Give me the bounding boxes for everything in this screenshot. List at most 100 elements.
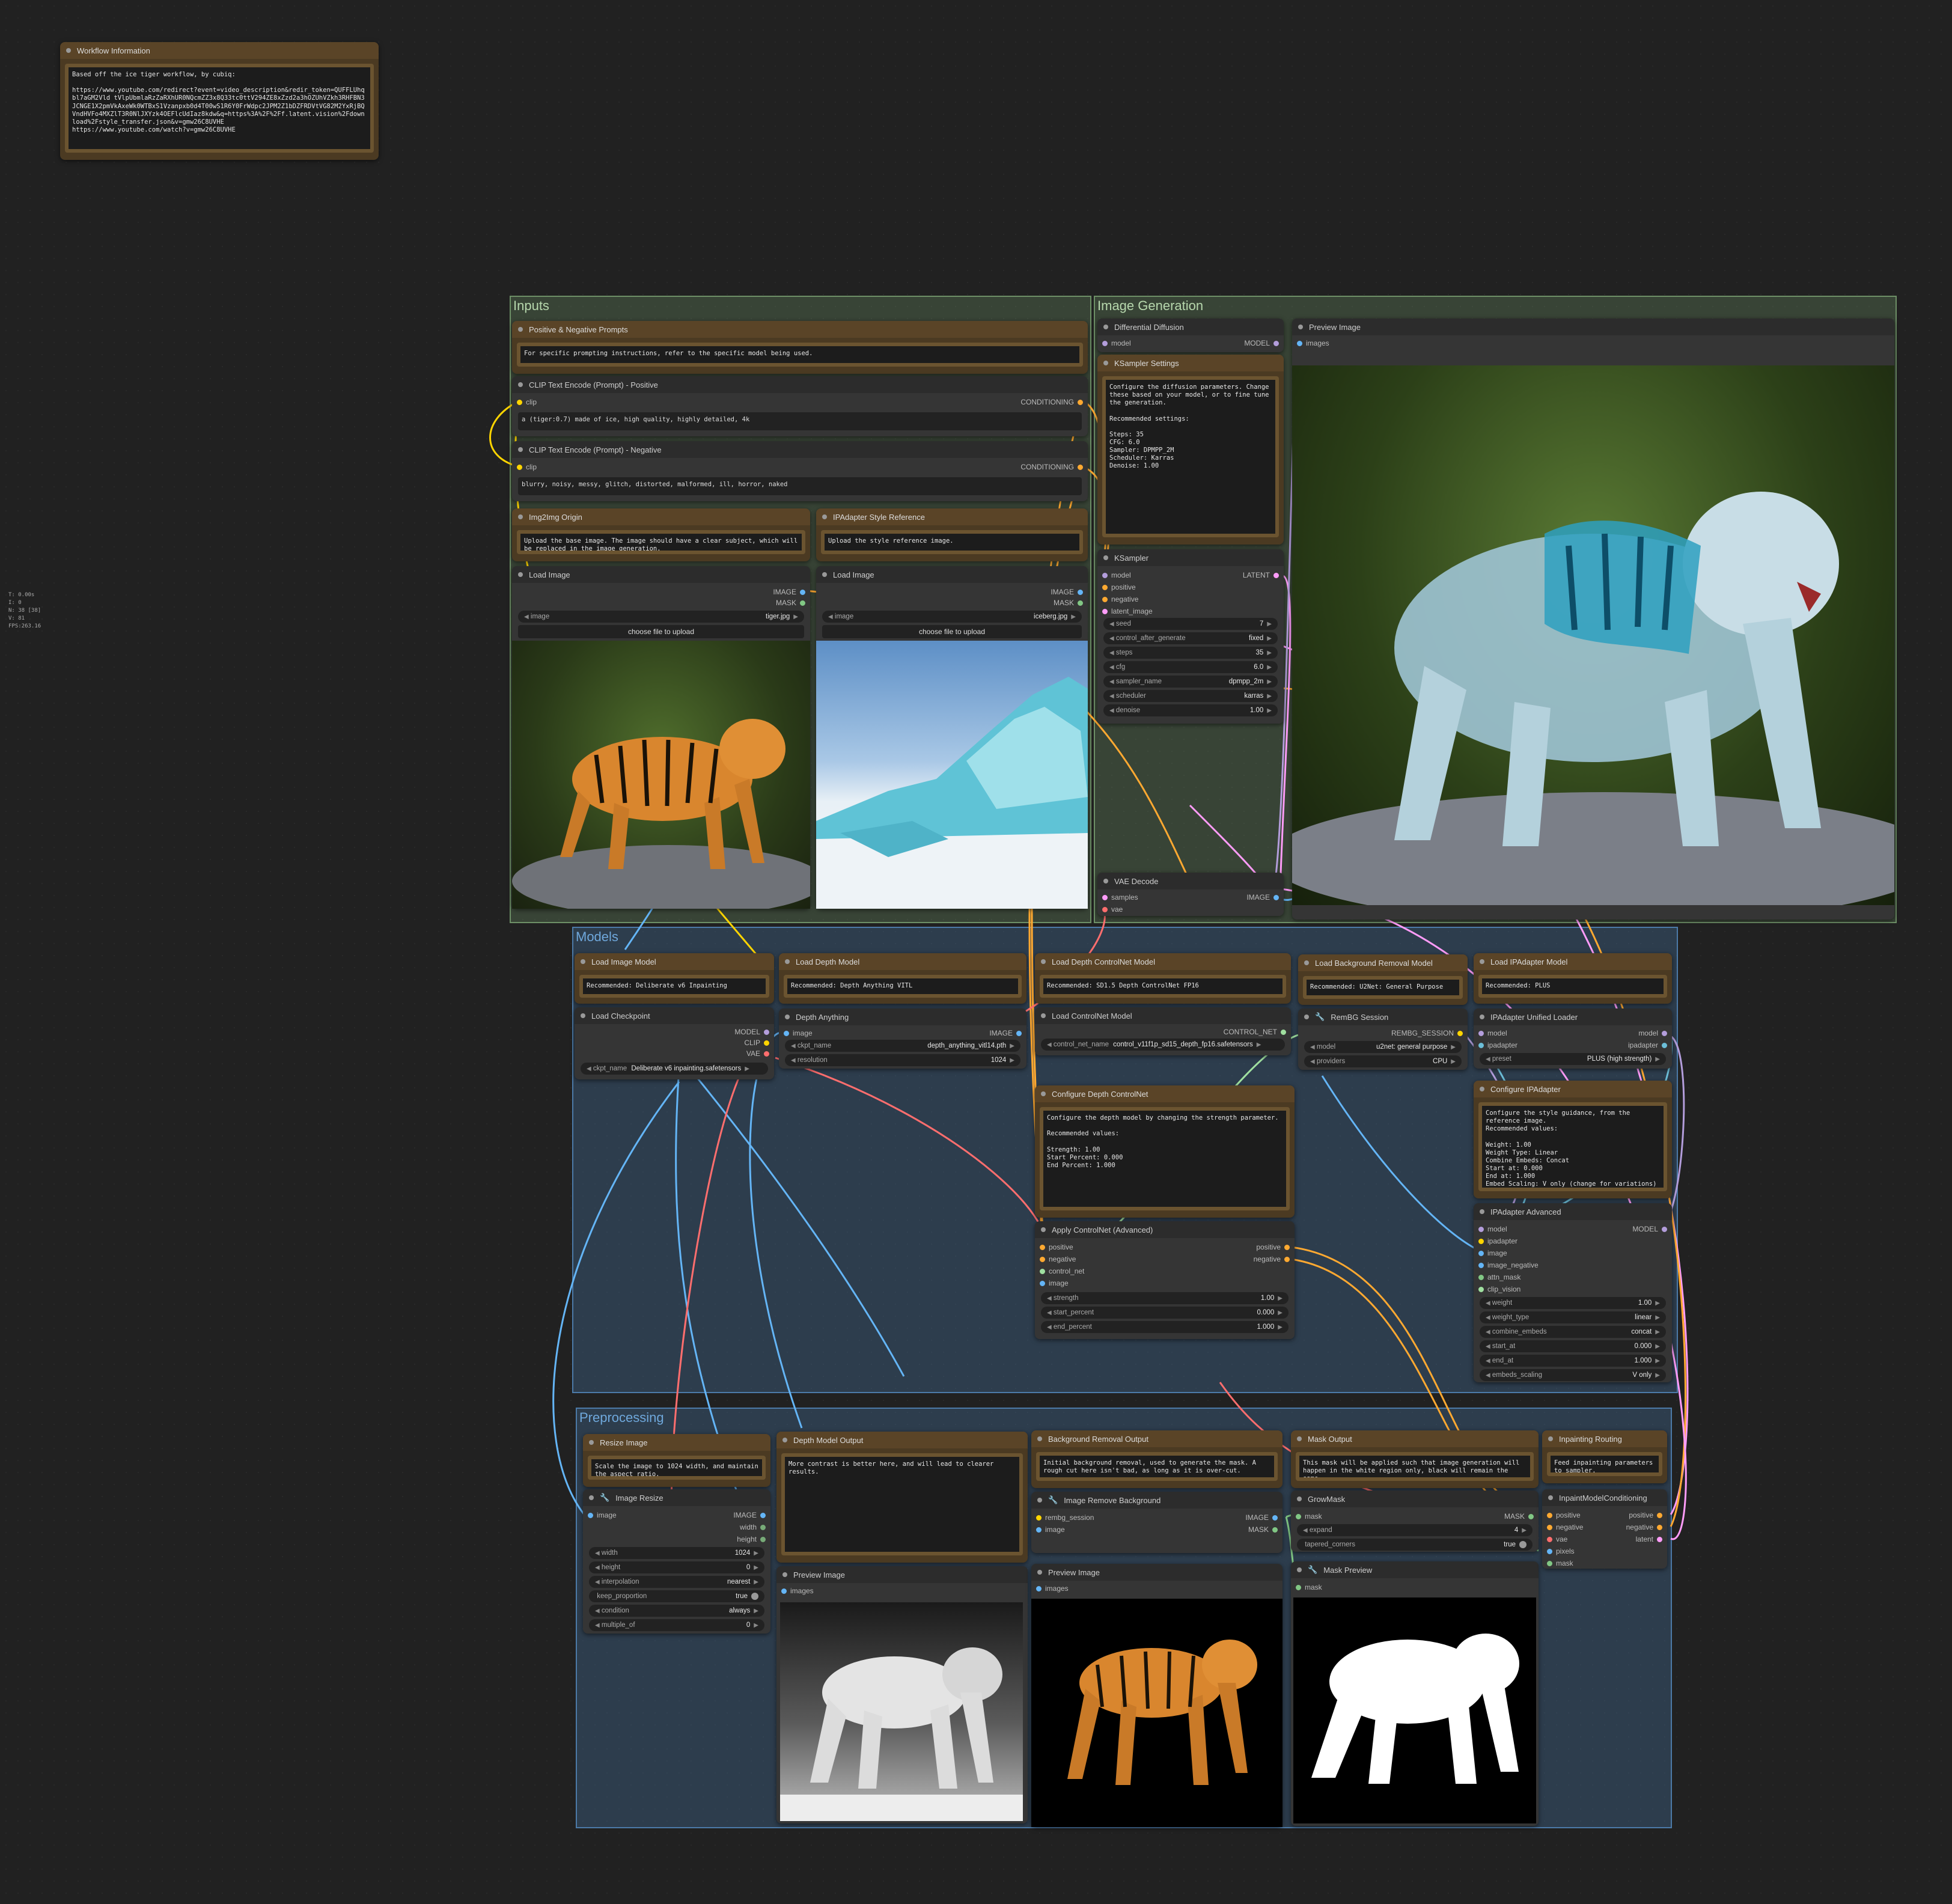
input-slot-negative[interactable]: negative [1547, 1523, 1583, 1531]
ksampler-node[interactable]: KSampler model positive negative latent_… [1097, 549, 1284, 724]
output-slot-positive[interactable]: positive [1256, 1243, 1290, 1251]
ipadapter-style-note[interactable]: IPAdapter Style Reference Upload the sty… [816, 508, 1088, 561]
node-header[interactable]: Preview Image [776, 1566, 1028, 1583]
note-text[interactable]: Configure the style guidance, from the r… [1478, 1102, 1667, 1191]
output-slot-negative[interactable]: negative [1626, 1523, 1662, 1531]
upload-button[interactable]: choose file to upload [518, 625, 804, 638]
note-text[interactable]: This mask will be applied such that imag… [1296, 1452, 1534, 1481]
arrow-left-icon[interactable]: ◀ [1310, 1044, 1315, 1051]
node-header[interactable]: Differential Diffusion [1097, 319, 1284, 335]
scheduler-widget[interactable]: ◀ scheduler karras ▶ [1103, 690, 1278, 702]
resolution-widget[interactable]: ◀ resolution 1024 ▶ [785, 1054, 1020, 1066]
cfg-widget[interactable]: ◀ cfg 6.0 ▶ [1103, 661, 1278, 673]
output-slot-image[interactable]: IMAGE [1051, 588, 1083, 596]
collapse-dot[interactable] [518, 382, 523, 387]
collapse-dot[interactable] [66, 48, 71, 53]
node-header[interactable]: Apply ControlNet (Advanced) [1035, 1221, 1295, 1238]
input-slot-model[interactable]: model [1102, 571, 1131, 579]
output-slot-conditioning[interactable]: CONDITIONING [1020, 463, 1083, 471]
node-header[interactable]: GrowMask [1291, 1491, 1539, 1507]
input-slot-clip[interactable]: clip [517, 463, 537, 471]
note-text[interactable]: Recommended: U2Net: General Purpose [1303, 976, 1463, 999]
arrow-left-icon[interactable]: ◀ [595, 1564, 600, 1571]
node-header[interactable]: Positive & Negative Prompts [512, 321, 1088, 338]
note-text[interactable]: Recommended: PLUS [1478, 975, 1667, 998]
arrow-left-icon[interactable]: ◀ [1486, 1314, 1490, 1321]
note-text[interactable]: Based off the ice tiger workflow, by cub… [65, 64, 374, 153]
input-slot-image[interactable]: image [1040, 1279, 1069, 1287]
arrow-right-icon[interactable]: ▶ [1267, 650, 1272, 656]
node-header[interactable]: IPAdapter Advanced [1474, 1203, 1672, 1220]
input-slot-pixels[interactable]: pixels [1547, 1547, 1575, 1555]
arrow-left-icon[interactable]: ◀ [1047, 1310, 1052, 1316]
output-slot-latent[interactable]: LATENT [1243, 571, 1279, 579]
arrow-right-icon[interactable]: ▶ [1451, 1044, 1456, 1051]
upload-button[interactable]: choose file to upload [822, 625, 1082, 638]
arrow-right-icon[interactable]: ▶ [793, 614, 798, 620]
inpainting-routing-note[interactable]: Inpainting Routing Feed inpainting param… [1542, 1430, 1667, 1483]
input-slot-image[interactable]: image [1478, 1249, 1507, 1257]
input-slot-positive[interactable]: positive [1547, 1511, 1581, 1519]
arrow-left-icon[interactable]: ◀ [587, 1066, 591, 1072]
arrow-right-icon[interactable]: ▶ [1278, 1295, 1283, 1302]
img2img-origin-note[interactable]: Img2Img Origin Upload the base image. Th… [512, 508, 810, 561]
steps-widget[interactable]: ◀ steps 35 ▶ [1103, 647, 1278, 659]
expand-widget[interactable]: ◀ expand 4 ▶ [1297, 1524, 1533, 1536]
node-header[interactable]: Load Image Model [575, 953, 774, 970]
arrow-right-icon[interactable]: ▶ [1257, 1042, 1261, 1048]
input-slot-model[interactable]: model [1478, 1225, 1507, 1233]
arrow-right-icon[interactable]: ▶ [1010, 1057, 1014, 1064]
arrow-left-icon[interactable]: ◀ [1486, 1300, 1490, 1307]
arrow-right-icon[interactable]: ▶ [1267, 621, 1272, 627]
node-header[interactable]: KSampler [1097, 549, 1284, 566]
mask-preview-node[interactable]: 🔧 Mask Preview mask [1291, 1561, 1539, 1826]
prompts-note[interactable]: Positive & Negative Prompts For specific… [512, 321, 1088, 374]
collapse-dot[interactable] [1548, 1436, 1553, 1441]
arrow-left-icon[interactable]: ◀ [595, 1579, 600, 1585]
output-slot-image[interactable]: IMAGE [1246, 893, 1279, 902]
node-header[interactable]: VAE Decode [1097, 873, 1284, 889]
input-slot-images[interactable]: images [781, 1587, 814, 1595]
output-slot-image[interactable]: IMAGE [989, 1029, 1022, 1037]
workflow-info-note[interactable]: Workflow Information Based off the ice t… [60, 42, 379, 160]
collapse-dot[interactable] [518, 514, 523, 519]
input-slot-images[interactable]: images [1297, 339, 1329, 347]
node-header[interactable]: Img2Img Origin [512, 508, 810, 525]
node-header[interactable]: InpaintModelConditioning [1542, 1489, 1667, 1506]
output-slot-mask[interactable]: MASK [776, 599, 805, 607]
output-slot-width[interactable]: width [740, 1523, 766, 1531]
node-header[interactable]: KSampler Settings [1097, 355, 1284, 371]
image-resize-node[interactable]: 🔧 Image Resize image IMAGE width height ◀… [583, 1489, 770, 1634]
collapse-dot[interactable] [1041, 1091, 1046, 1096]
arrow-left-icon[interactable]: ◀ [1486, 1358, 1490, 1364]
node-header[interactable]: IPAdapter Style Reference [816, 508, 1088, 525]
arrow-right-icon[interactable]: ▶ [754, 1550, 758, 1557]
arrow-left-icon[interactable]: ◀ [1109, 635, 1114, 642]
node-header[interactable]: 🔧 Image Resize [583, 1489, 770, 1506]
grow-mask-node[interactable]: GrowMask mask MASK ◀ expand 4 ▶ tapered_co… [1291, 1491, 1539, 1552]
output-slot-mask[interactable]: MASK [1248, 1525, 1278, 1534]
rembg-session-node[interactable]: 🔧 RemBG Session REMBG_SESSION ◀ model u2ne… [1298, 1008, 1468, 1070]
node-header[interactable]: Load Background Removal Model [1298, 954, 1468, 971]
image-combo-widget[interactable]: ◀ image iceberg.jpg ▶ [822, 611, 1082, 623]
output-slot-model[interactable]: MODEL [1244, 339, 1279, 347]
node-header[interactable]: Depth Model Output [776, 1432, 1028, 1448]
node-header[interactable]: 🔧 RemBG Session [1298, 1008, 1468, 1025]
note-text[interactable]: Recommended: SD1.5 Depth ControlNet FP16 [1040, 975, 1286, 998]
collapse-dot[interactable] [1037, 1570, 1042, 1575]
output-slot-height[interactable]: height [737, 1535, 766, 1543]
input-slot-negative[interactable]: negative [1040, 1255, 1076, 1263]
arrow-right-icon[interactable]: ▶ [1522, 1527, 1527, 1534]
arrow-left-icon[interactable]: ◀ [791, 1043, 796, 1049]
collapse-dot[interactable] [785, 1015, 790, 1019]
output-slot-positive[interactable]: positive [1629, 1511, 1662, 1519]
providers-widget[interactable]: ◀ providers CPU ▶ [1304, 1055, 1462, 1067]
collapse-dot[interactable] [1041, 1227, 1046, 1232]
vae-decode-node[interactable]: VAE Decode samples vae IMAGE [1097, 873, 1284, 916]
node-header[interactable]: Workflow Information [60, 42, 379, 59]
resize-image-note[interactable]: Resize Image Scale the image to 1024 wid… [583, 1434, 770, 1487]
arrow-left-icon[interactable]: ◀ [524, 614, 529, 620]
arrow-left-icon[interactable]: ◀ [1109, 664, 1114, 671]
note-text[interactable]: Upload the style reference image. [821, 530, 1083, 554]
note-text[interactable]: For specific prompting instructions, ref… [517, 343, 1083, 367]
